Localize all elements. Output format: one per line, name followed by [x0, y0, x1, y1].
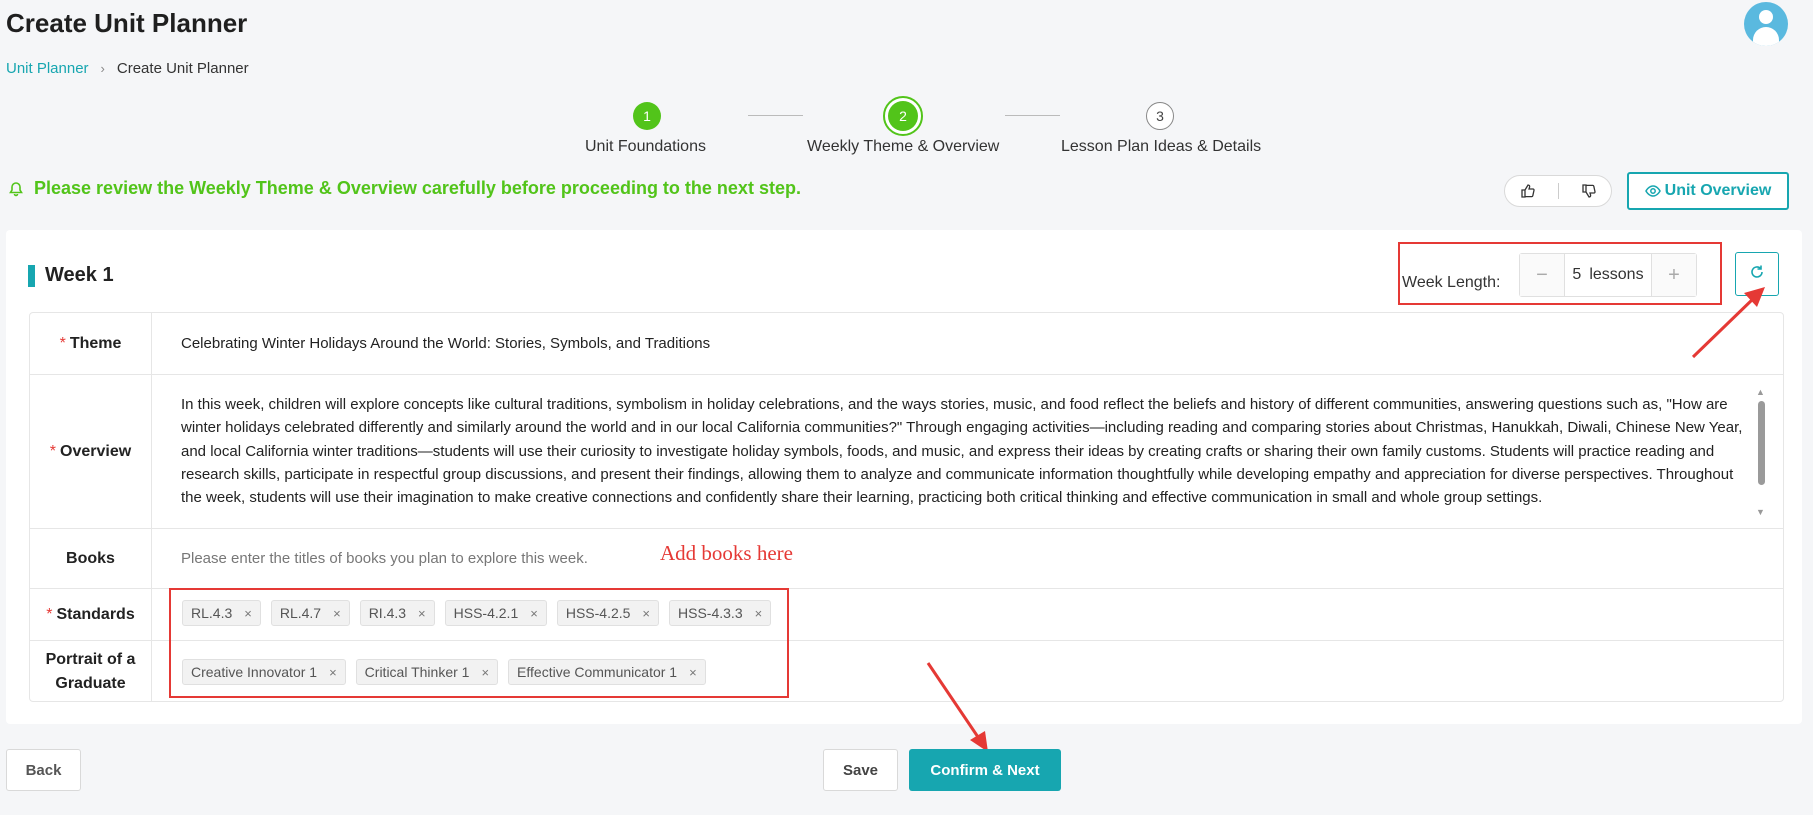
books-label: Books [30, 529, 152, 588]
required-mark: * [59, 334, 66, 352]
step-3-circle[interactable]: 3 [1146, 102, 1174, 130]
required-mark: * [49, 442, 57, 460]
step-1-circle[interactable]: 1 [633, 102, 661, 130]
unit-overview-label: Unit Overview [1664, 182, 1772, 199]
annotation-box-week-length [1398, 242, 1722, 305]
annotation-books-hint: Add books here [660, 541, 793, 565]
thumbs-up-icon[interactable] [1513, 176, 1543, 206]
feedback-group [1504, 175, 1612, 207]
eye-icon [1644, 183, 1661, 199]
step-1-label: Unit Foundations [585, 138, 706, 155]
scroll-down-icon[interactable]: ▼ [1756, 507, 1765, 517]
week-title-bar [28, 264, 35, 287]
feedback-divider [1557, 183, 1559, 199]
breadcrumb-current: Create Unit Planner [116, 60, 249, 77]
breadcrumb-parent-link[interactable]: Unit Planner [6, 60, 89, 77]
theme-row: * Theme Celebrating Winter Holidays Aroun… [30, 313, 1783, 375]
overview-textarea[interactable]: In this week, children will explore conc… [181, 393, 1753, 523]
avatar-head [1759, 10, 1773, 24]
portrait-label: Portrait of a Graduate [30, 641, 152, 701]
standards-label: * Standards [30, 589, 152, 640]
chevron-right-icon: › [100, 61, 105, 76]
theme-value[interactable]: Celebrating Winter Holidays Around the W… [181, 335, 1753, 352]
back-button[interactable]: Back [6, 749, 81, 791]
save-button[interactable]: Save [823, 749, 898, 791]
review-notice: Please review the Weekly Theme & Overvie… [8, 178, 801, 199]
page-title: Create Unit Planner [6, 8, 248, 38]
confirm-next-button[interactable]: Confirm & Next [909, 749, 1061, 791]
avatar-body [1753, 27, 1779, 46]
overview-scrollbar[interactable]: ▲ ▼ [1755, 387, 1767, 517]
bell-icon [8, 181, 24, 197]
annotation-box-tags [169, 588, 789, 698]
refresh-icon [1749, 264, 1765, 285]
books-row: Books Please enter the titles of books y… [30, 529, 1783, 589]
breadcrumb: Unit Planner › Create Unit Planner [6, 60, 249, 77]
unit-overview-button[interactable]: Unit Overview [1627, 172, 1789, 210]
scroll-thumb[interactable] [1758, 401, 1765, 485]
avatar[interactable] [1744, 2, 1788, 46]
step-3-label: Lesson Plan Ideas & Details [1061, 138, 1262, 155]
week-title: Week 1 [28, 264, 114, 287]
books-input[interactable]: Please enter the titles of books you pla… [181, 550, 1753, 567]
overview-row: * Overview In this week, children will ex… [30, 375, 1783, 529]
review-notice-text: Please review the Weekly Theme & Overvie… [34, 178, 801, 198]
required-mark: * [46, 605, 53, 623]
step-connector-2 [1005, 115, 1060, 116]
overview-label: * Overview [30, 375, 152, 528]
scroll-up-icon[interactable]: ▲ [1756, 387, 1765, 397]
regenerate-button[interactable] [1735, 252, 1779, 296]
theme-label: * Theme [30, 313, 152, 374]
step-connector-1 [748, 115, 803, 116]
week-title-text: Week 1 [45, 264, 114, 286]
step-2-label: Weekly Theme & Overview [807, 138, 1000, 155]
step-2-circle[interactable]: 2 [883, 96, 923, 136]
step-2-number: 2 [888, 101, 918, 131]
thumbs-down-icon[interactable] [1574, 176, 1604, 206]
